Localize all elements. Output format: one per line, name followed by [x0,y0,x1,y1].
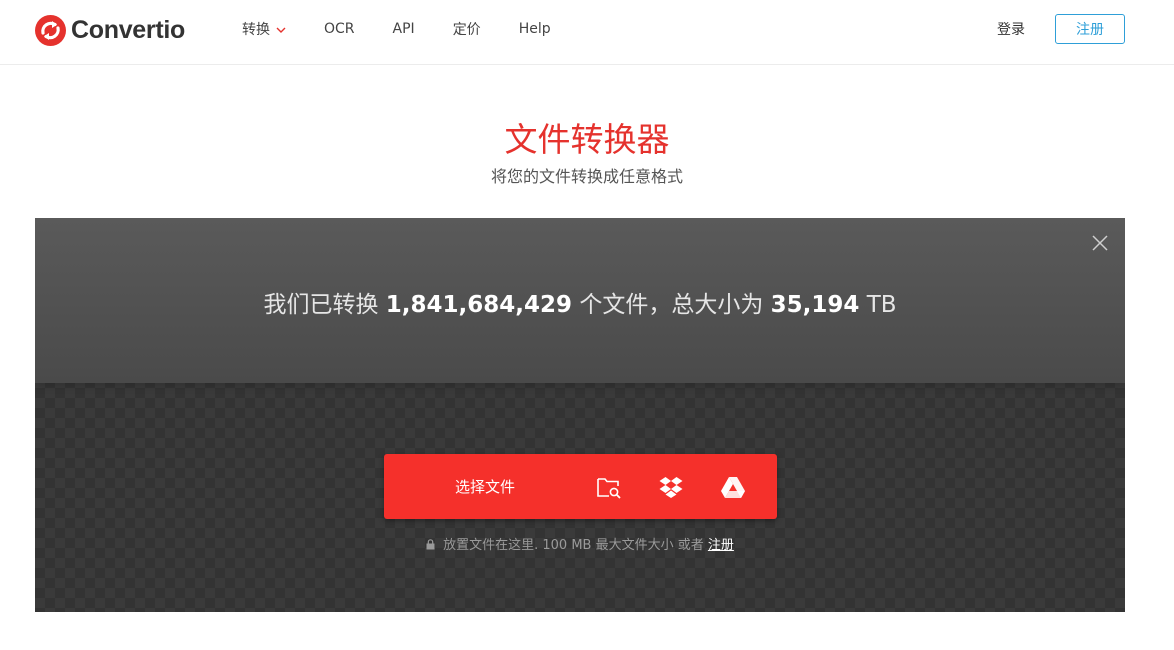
close-icon[interactable] [1092,235,1108,251]
login-link[interactable]: 登录 [997,19,1025,39]
header: Convertio 转换 OCR API 定价 Help 登录 注册 [0,0,1174,65]
stats-banner: 我们已转换 1,841,684,429 个文件，总大小为 35,194 TB [35,218,1125,383]
nav-item-label: 定价 [452,22,481,38]
google-drive-icon[interactable] [720,474,746,500]
hint-signup-link[interactable]: 注册 [708,538,734,553]
convertio-logo-icon [35,14,66,46]
files-count: 1,841,684,429 [385,292,573,318]
hint-text: 放置文件在这里. 100 MB 最大文件大小 或者 [443,538,704,553]
dropbox-icon[interactable] [658,474,684,500]
lock-icon [426,539,435,554]
signup-button[interactable]: 注册 [1055,14,1125,44]
folder-search-icon[interactable] [596,474,622,500]
nav-item-api[interactable]: API [393,21,415,37]
nav-item-ocr[interactable]: OCR [324,21,355,37]
logo[interactable]: Convertio [35,14,185,46]
main-nav: 转换 OCR API 定价 Help [242,0,589,58]
page-title: 文件转换器 [504,120,670,159]
nav-item-pricing[interactable]: 定价 [453,19,481,39]
stats-text: 我们已转换 1,841,684,429 个文件，总大小为 35,194 TB [35,285,1125,319]
total-size: 35,194 [770,292,860,318]
choose-files-button[interactable]: 选择文件 [384,454,586,519]
stats-prefix: 我们已转换 [263,292,379,318]
nav-item-label: Help [518,21,551,37]
nav-item-help[interactable]: Help [519,21,551,37]
upload-hint: 放置文件在这里. 100 MB 最大文件大小 或者 注册 [35,534,1125,554]
nav-item-label: 转换 [242,22,270,38]
stats-middle: 个文件，总大小为 [579,292,764,318]
nav-item-convert[interactable]: 转换 [242,19,286,39]
size-unit: TB [866,292,897,318]
brand-name: Convertio [71,15,185,44]
nav-item-label: OCR [324,21,355,37]
page-subtitle: 将您的文件转换成任意格式 [490,167,683,186]
nav-item-label: API [392,21,415,37]
chevron-down-icon [276,21,286,37]
upload-bar: 选择文件 [384,454,777,519]
converter-panel[interactable]: 我们已转换 1,841,684,429 个文件，总大小为 35,194 TB 选… [35,218,1125,612]
